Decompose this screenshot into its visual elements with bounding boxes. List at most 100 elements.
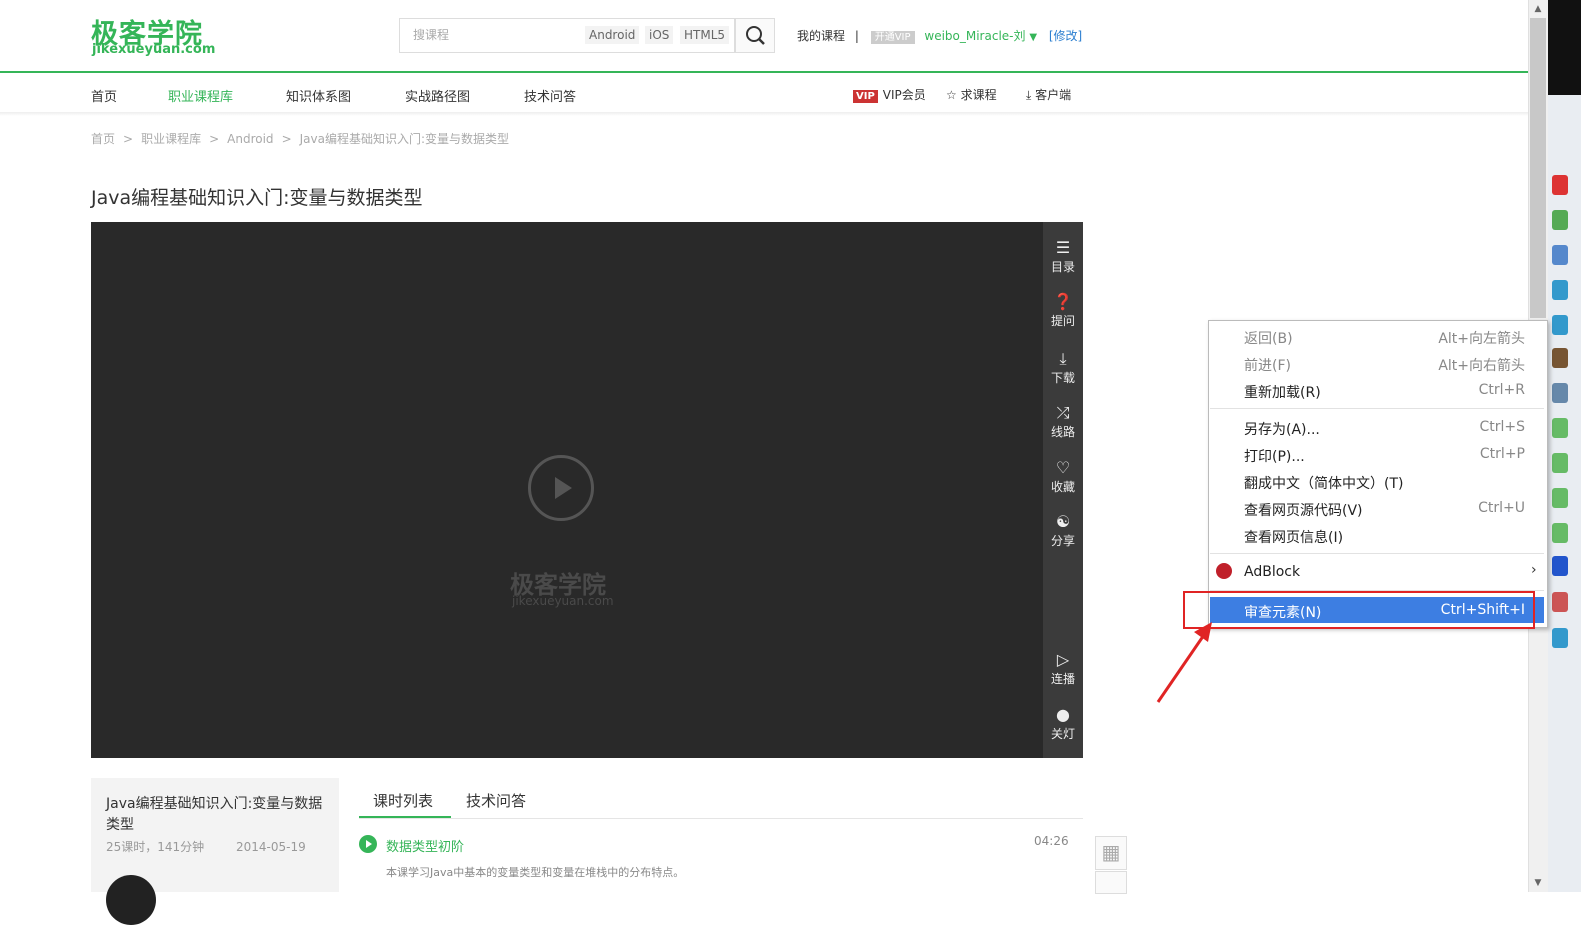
nav-knowledge-map[interactable]: 知识体系图 — [286, 86, 351, 105]
scrollbar-thumb[interactable] — [1530, 18, 1546, 318]
nav-request-course[interactable]: ☆ 求课程 — [946, 86, 997, 103]
client-label: 客户端 — [1035, 88, 1072, 102]
bulb-icon: ● — [1056, 705, 1070, 724]
avatar[interactable] — [106, 875, 156, 925]
play-button[interactable] — [528, 455, 594, 521]
search-tag-ios[interactable]: iOS — [645, 26, 674, 44]
ctx-reload[interactable]: 重新加载(R) — [1244, 382, 1321, 402]
shuffle-icon: ⤮ — [1056, 403, 1070, 422]
course-lesson-count: 25课时，141分钟 — [106, 840, 205, 854]
adblock-icon — [1216, 563, 1232, 579]
header-divider — [0, 71, 1528, 73]
nav-tech-qa[interactable]: 技术问答 — [524, 86, 576, 105]
nav-career-courses[interactable]: 职业课程库 — [168, 86, 233, 105]
play-circle-icon[interactable] — [359, 835, 377, 853]
route-label: 线路 — [1050, 425, 1075, 439]
desktop-taskbar-top — [1548, 0, 1581, 95]
player-download-button[interactable]: ⤓ 下载 — [1043, 349, 1083, 386]
side-tool-button[interactable] — [1095, 871, 1127, 894]
star-icon: ☆ — [946, 88, 957, 102]
my-courses-link[interactable]: 我的课程 — [797, 29, 845, 43]
ctx-separator — [1210, 553, 1544, 554]
breadcrumb-sep: > — [123, 132, 134, 146]
ctx-translate[interactable]: 翻成中文（简体中文）(T) — [1244, 473, 1403, 493]
search-icon — [746, 26, 765, 45]
ctx-save-as[interactable]: 另存为(A)... — [1244, 419, 1320, 439]
search-input[interactable] — [413, 28, 573, 42]
breadcrumb-android[interactable]: Android — [227, 132, 273, 146]
breadcrumb-current: Java编程基础知识入门:变量与数据类型 — [299, 132, 510, 146]
course-info-title: Java编程基础知识入门:变量与数据类型 — [106, 796, 323, 833]
ctx-adblock[interactable]: AdBlock — [1244, 564, 1300, 580]
scroll-down-arrow-icon[interactable]: ▼ — [1528, 874, 1548, 892]
taskbar-app-icon[interactable] — [1552, 523, 1568, 543]
breadcrumb-career[interactable]: 职业课程库 — [141, 132, 201, 146]
player-share-button[interactable]: ☯ 分享 — [1043, 512, 1083, 549]
breadcrumb-home[interactable]: 首页 — [91, 132, 115, 146]
request-course-label: 求课程 — [960, 88, 997, 102]
lesson-title-link[interactable]: 数据类型初阶 — [386, 836, 464, 855]
open-vip-badge[interactable]: 开通VIP — [870, 31, 915, 44]
taskbar-app-icon[interactable] — [1552, 175, 1568, 195]
submenu-arrow-icon: › — [1531, 562, 1537, 578]
autoplay-icon: ▷ — [1056, 650, 1070, 669]
download-label: 下载 — [1050, 371, 1075, 385]
taskbar-app-icon[interactable] — [1552, 556, 1568, 576]
taskbar-app-icon[interactable] — [1552, 245, 1568, 265]
scroll-up-arrow-icon[interactable]: ▲ — [1528, 0, 1548, 18]
taskbar-app-icon[interactable] — [1552, 592, 1568, 612]
search-tag-android[interactable]: Android — [585, 26, 640, 44]
player-route-button[interactable]: ⤮ 线路 — [1043, 403, 1083, 440]
ctx-view-source[interactable]: 查看网页源代码(V) — [1244, 500, 1363, 520]
ctx-back[interactable]: 返回(B) — [1244, 328, 1293, 348]
edit-link[interactable]: [修改] — [1049, 29, 1082, 43]
taskbar-app-icon[interactable] — [1552, 453, 1568, 473]
taskbar-app-icon[interactable] — [1552, 315, 1568, 335]
tab-tech-qa[interactable]: 技术问答 — [466, 790, 526, 811]
player-autoplay-button[interactable]: ▷ 连播 — [1043, 650, 1083, 687]
taskbar-app-icon[interactable] — [1552, 348, 1568, 368]
ctx-print[interactable]: 打印(P)... — [1244, 446, 1305, 466]
taskbar-app-icon[interactable] — [1552, 488, 1568, 508]
taskbar-app-icon[interactable] — [1552, 280, 1568, 300]
breadcrumb-sep: > — [209, 132, 220, 146]
taskbar-app-icon[interactable] — [1552, 210, 1568, 230]
catalog-label: 目录 — [1050, 260, 1075, 274]
taskbar-app-icon[interactable] — [1552, 383, 1568, 403]
qr-code-icon[interactable]: ▦ — [1095, 836, 1127, 870]
ctx-forward-shortcut: Alt+向右箭头 — [1438, 358, 1525, 374]
ctx-page-info[interactable]: 查看网页信息(I) — [1244, 527, 1343, 547]
ctx-forward[interactable]: 前进(F) — [1244, 355, 1291, 375]
tab-divider — [359, 818, 1083, 819]
nav-client[interactable]: ⤓ 客户端 — [1026, 86, 1071, 103]
ctx-back-shortcut: Alt+向左箭头 — [1438, 331, 1525, 347]
lesson-description: 本课学习Java中基本的变量类型和变量在堆栈中的分布特点。 — [386, 866, 685, 879]
question-icon: ❓ — [1053, 292, 1073, 311]
search-button[interactable] — [735, 18, 775, 53]
taskbar-app-icon[interactable] — [1552, 628, 1568, 648]
taskbar-app-icon[interactable] — [1552, 418, 1568, 438]
favorite-label: 收藏 — [1050, 480, 1075, 494]
course-date: 2014-05-19 — [236, 840, 306, 854]
course-info-meta: 25课时，141分钟 2014-05-19 — [106, 838, 306, 855]
username-link[interactable]: weibo_Miracle-刘 — [924, 29, 1025, 43]
ctx-reload-shortcut: Ctrl+R — [1478, 382, 1525, 398]
breadcrumb-sep: > — [281, 132, 292, 146]
player-lights-button[interactable]: ● 关灯 — [1043, 705, 1083, 742]
player-favorite-button[interactable]: ♡ 收藏 — [1043, 458, 1083, 495]
annotation-box — [1183, 591, 1535, 629]
nav-practice-path[interactable]: 实战路径图 — [405, 86, 470, 105]
autoplay-label: 连播 — [1050, 672, 1075, 686]
player-catalog-button[interactable]: ☰ 目录 — [1043, 238, 1083, 275]
desktop-taskbar — [1548, 0, 1581, 892]
player-question-button[interactable]: ❓ 提问 — [1043, 292, 1083, 329]
nav-vip-member[interactable]: VIP VIP会员 — [853, 86, 926, 103]
chevron-down-icon[interactable]: ▼ — [1029, 32, 1037, 43]
search-tag-html5[interactable]: HTML5 — [680, 26, 730, 44]
nav-home[interactable]: 首页 — [91, 86, 117, 105]
player-watermark-domain: jikexueyuan.com — [512, 594, 614, 608]
tab-lesson-list[interactable]: 课时列表 — [373, 790, 433, 811]
download-icon: ⤓ — [1026, 88, 1032, 102]
site-logo-domain[interactable]: jikexueyuan.com — [92, 42, 215, 57]
annotation-arrow-icon — [1156, 622, 1212, 703]
